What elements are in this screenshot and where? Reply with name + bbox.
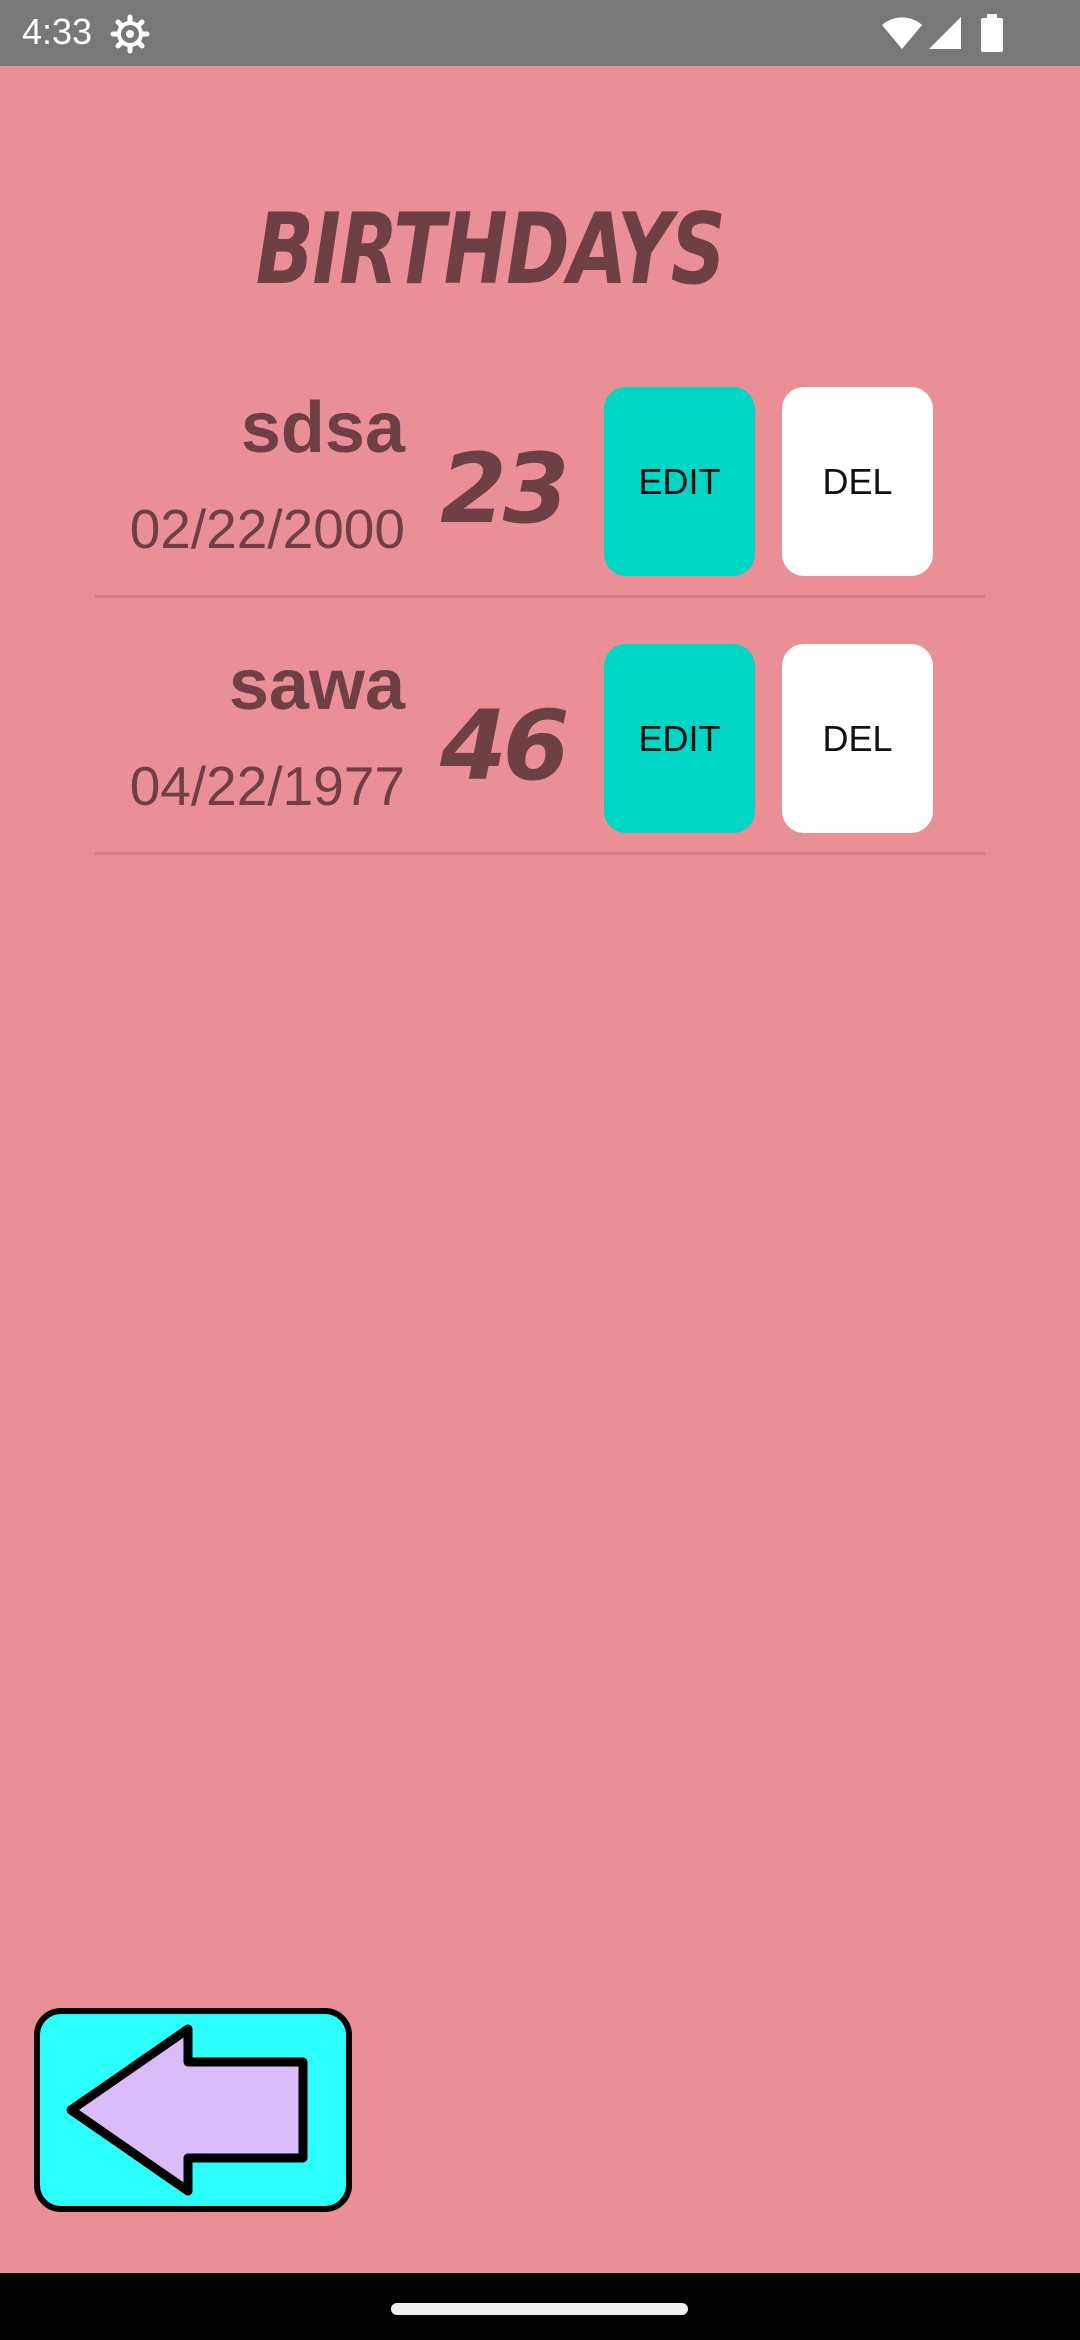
edit-button[interactable]: EDIT (604, 644, 755, 833)
battery-icon (981, 14, 1003, 52)
birthday-row: sawa 04/22/1977 46 EDIT DEL (95, 644, 985, 855)
birthday-name: sdsa (240, 388, 405, 468)
cell-signal-icon (929, 17, 961, 49)
edit-button[interactable]: EDIT (604, 387, 755, 576)
delete-button[interactable]: DEL (782, 387, 933, 576)
birthday-age: 46 (440, 690, 570, 802)
page-title: BIRTHDAYS (255, 193, 726, 307)
navigation-bar (0, 2273, 1080, 2340)
gear-icon (110, 14, 150, 54)
wifi-icon (882, 17, 922, 49)
birthday-row: sdsa 02/22/2000 23 EDIT DEL (95, 387, 985, 598)
birthdays-screen: 4:33 BIRTHDAYS sdsa 02/22/2000 23 EDIT D… (0, 0, 1080, 2340)
home-indicator[interactable] (391, 2303, 688, 2315)
birthday-age: 23 (440, 433, 570, 545)
status-time: 4:33 (22, 11, 93, 52)
back-button[interactable] (33, 2007, 353, 2213)
left-arrow-icon (34, 2008, 352, 2212)
row-divider (95, 852, 985, 855)
birthday-date: 02/22/2000 (129, 498, 405, 560)
birthday-name: sawa (228, 645, 405, 725)
row-divider (95, 595, 985, 598)
delete-button[interactable]: DEL (782, 644, 933, 833)
birthday-date: 04/22/1977 (129, 755, 405, 817)
status-bar: 4:33 (0, 0, 1080, 66)
